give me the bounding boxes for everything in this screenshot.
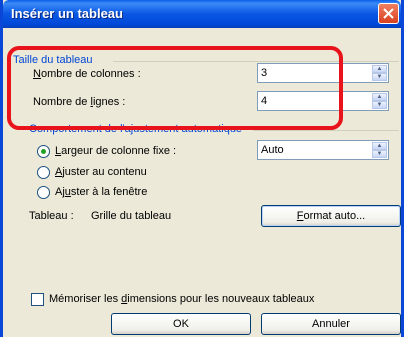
fit-contents-label[interactable]: Ajuster au contenu (55, 166, 147, 178)
dialog-title: Insérer un tableau (11, 6, 123, 21)
remember-dimensions-label[interactable]: Mémoriser les dimensions pour les nouvea… (49, 293, 314, 305)
spin-down-icon[interactable]: ▼ (372, 101, 387, 109)
table-style-label: Tableau : (29, 210, 74, 222)
section-divider (253, 130, 399, 131)
spin-up-icon[interactable]: ▲ (372, 93, 387, 101)
insert-table-dialog: Insérer un tableau Taille du tableau Nom… (0, 0, 404, 337)
spin-up-icon[interactable]: ▲ (372, 65, 387, 73)
table-style-value: Grille du tableau (91, 210, 172, 222)
spin-down-icon[interactable]: ▼ (372, 73, 387, 81)
cancel-button[interactable]: Annuler (261, 313, 401, 335)
spin-down-icon[interactable]: ▼ (372, 150, 387, 158)
ok-button[interactable]: OK (111, 313, 251, 335)
fixed-width-value[interactable]: Auto (261, 144, 284, 156)
fit-window-radio[interactable] (37, 186, 50, 199)
close-button[interactable] (378, 3, 399, 24)
spin-up-icon[interactable]: ▲ (372, 142, 387, 150)
fixed-width-radio[interactable] (37, 145, 50, 158)
remember-dimensions-checkbox[interactable] (31, 293, 44, 306)
fixed-width-spinner[interactable]: Auto ▲ ▼ (257, 140, 389, 160)
format-auto-button[interactable]: Format auto... (261, 205, 401, 227)
fit-window-label[interactable]: Ajuster à la fenêtre (55, 186, 147, 198)
fixed-width-label[interactable]: Largeur de colonne fixe : (55, 145, 176, 157)
close-icon (383, 8, 394, 19)
fit-contents-radio[interactable] (37, 166, 50, 179)
annotation-highlight (7, 46, 343, 130)
title-bar[interactable]: Insérer un tableau (3, 0, 401, 28)
